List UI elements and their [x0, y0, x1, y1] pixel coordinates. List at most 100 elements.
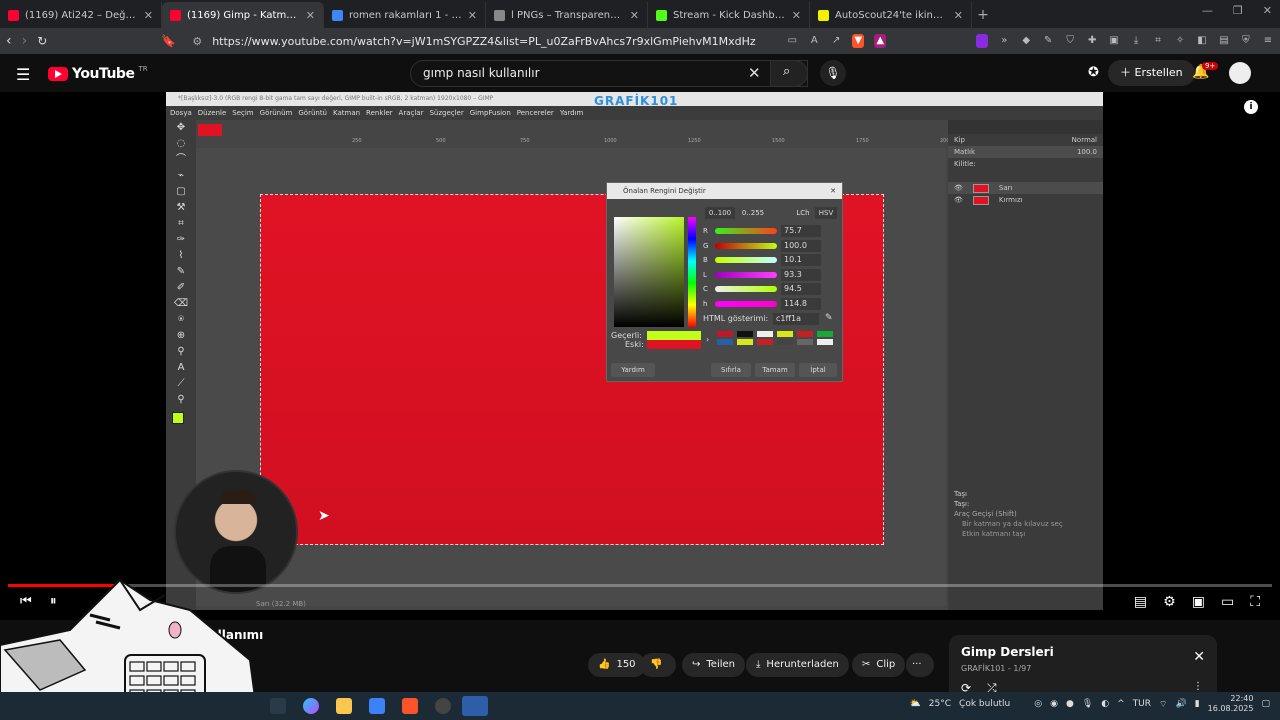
url-field[interactable]: ⚙ https://www.youtube.com/watch?v=jW1mSY… [186, 31, 776, 51]
extension-icon-6[interactable]: ▣ [1108, 34, 1120, 48]
info-icon[interactable]: i [1244, 100, 1258, 114]
obs-icon[interactable] [435, 698, 451, 714]
download-button[interactable]: ⤓ Herunterladen [746, 653, 849, 677]
tray-icon-4[interactable]: ◐ [1101, 699, 1109, 709]
wifi-icon[interactable]: ⌔ [1159, 699, 1167, 710]
color-slider-r[interactable]: R 75.7 [703, 225, 837, 237]
gimp-tool-icon[interactable]: ⌗ [166, 216, 196, 232]
tab-close-icon[interactable]: ✕ [954, 9, 963, 22]
slider-track[interactable] [715, 271, 777, 278]
live-icon[interactable]: ✪ [1088, 65, 1099, 80]
gimp-tool-icon[interactable]: ✥ [166, 120, 196, 136]
slider-value-input[interactable]: 100.0 [781, 239, 821, 252]
reset-button[interactable]: Sıfırla [711, 363, 751, 377]
playlist-title[interactable]: Gimp Dersleri [961, 645, 1054, 659]
close-playlist-icon[interactable]: ✕ [1193, 649, 1205, 665]
history-swatch[interactable] [777, 339, 793, 345]
eyedropper-icon[interactable]: ✎ [825, 313, 833, 323]
gimp-menu-item[interactable]: Seçim [232, 106, 253, 120]
extension-icon-2[interactable]: » [998, 34, 1010, 48]
gimp-tool-icon[interactable]: ⍟ [166, 312, 196, 328]
opacity-row[interactable]: Matlık 100.0 [948, 146, 1103, 158]
download-icon[interactable]: ⤓ [1130, 34, 1142, 48]
layer-row[interactable]: 👁 Kırmızı [948, 194, 1103, 206]
forward-icon[interactable]: › [22, 33, 28, 49]
tray-icon-3[interactable]: ● [1066, 699, 1074, 709]
history-swatch[interactable] [717, 331, 733, 337]
slider-track[interactable] [715, 242, 777, 249]
slider-value-input[interactable]: 75.7 [781, 225, 821, 237]
history-swatch[interactable] [737, 339, 753, 345]
back-icon[interactable]: ‹ [6, 33, 12, 49]
slider-track[interactable] [715, 286, 777, 292]
eye-visibility-icon[interactable]: 👁 [954, 184, 963, 192]
gimp-tool-icon[interactable]: ⟋ [166, 376, 196, 392]
extension-icon-5[interactable]: ⛉ [1064, 34, 1076, 48]
restore-icon[interactable]: ❐ [1233, 4, 1243, 17]
browser-tab[interactable]: AutoScout24'te ikinci el araba ilanları ✕ [810, 2, 972, 28]
translate-icon[interactable]: A [808, 34, 820, 48]
gimp-tool-icon[interactable]: ⌫ [166, 296, 196, 312]
gimp-menu-item[interactable]: Görüntü [298, 106, 327, 120]
cast-icon[interactable]: ▭ [786, 34, 798, 48]
battery-icon[interactable]: ▮ [1195, 699, 1200, 709]
slider-value-input[interactable]: 10.1 [781, 254, 821, 266]
like-button[interactable]: 👍 150 [588, 653, 646, 677]
foreground-color-swatch[interactable] [172, 412, 184, 424]
help-button[interactable]: Yardım [611, 363, 655, 377]
saturation-value-picker[interactable] [614, 217, 684, 327]
gimp-menu-item[interactable]: Düzenle [198, 106, 227, 120]
gimp-menu-item[interactable]: Görünüm [260, 106, 293, 120]
dislike-button[interactable]: 👎 [640, 653, 676, 677]
tab-close-icon[interactable]: ✕ [144, 9, 153, 22]
puzzle-icon[interactable]: ✚ [1086, 34, 1098, 48]
input-language[interactable]: TUR [1133, 699, 1151, 709]
playlist-menu-icon[interactable]: ⋮ [1193, 681, 1203, 692]
gimp-tool-icon[interactable]: ⌇ [166, 248, 196, 264]
tab-close-icon[interactable]: ✕ [306, 9, 315, 22]
sidebar-icon[interactable]: ◧ [1196, 34, 1208, 48]
gimp-tool-icon[interactable]: ⚒ [166, 200, 196, 216]
dialog-close-icon[interactable]: ✕ [830, 183, 836, 199]
cancel-button[interactable]: İptal [799, 363, 837, 377]
youtube-logo[interactable]: YouTube TR [48, 65, 148, 82]
subtitles-icon[interactable]: ▤ [1134, 594, 1147, 610]
new-tab-button[interactable]: + [972, 2, 994, 28]
share-button[interactable]: ↪ Teilen [682, 653, 745, 677]
clip-button[interactable]: ✂ Clip [852, 653, 906, 677]
gimp-tool-icon[interactable]: ✑ [166, 232, 196, 248]
browser-tab[interactable]: l PNGs – Transparent Background Im ✕ [486, 2, 648, 28]
history-swatch[interactable] [757, 339, 773, 345]
history-swatch[interactable] [797, 339, 813, 345]
notification-center-icon[interactable]: ▢ [1261, 699, 1270, 709]
clear-search-icon[interactable]: ✕ [748, 64, 761, 82]
explorer-icon[interactable] [336, 698, 352, 714]
slider-value-input[interactable]: 93.3 [781, 268, 821, 281]
gimp-tool-icon[interactable]: ✎ [166, 264, 196, 280]
task-view-icon[interactable] [270, 698, 286, 714]
color-slider-c[interactable]: C 94.5 [703, 283, 837, 295]
layer-row[interactable]: 👁 Sarı [948, 182, 1103, 194]
html-hex-input[interactable]: c1ff1a [773, 313, 819, 325]
gimp-tool-icon[interactable]: ✐ [166, 280, 196, 296]
tab-close-icon[interactable]: ✕ [792, 9, 801, 22]
history-swatch[interactable] [717, 339, 733, 345]
hue-strip[interactable] [688, 217, 696, 327]
browser-tab[interactable]: (1169) Ati242 – Değişmene Rağmen ✕ [0, 2, 162, 28]
slider-track[interactable] [715, 228, 777, 234]
history-swatch[interactable] [777, 331, 793, 337]
color-slider-b[interactable]: B 10.1 [703, 254, 837, 266]
history-swatch[interactable] [817, 331, 833, 337]
gimp-tool-icon[interactable]: ◌ [166, 136, 196, 152]
extension-icon-1[interactable] [976, 34, 989, 48]
image-tab-thumbnail[interactable] [198, 124, 222, 136]
gimp-menu-item[interactable]: Pencereler [517, 106, 554, 120]
gimp-tool-icon[interactable]: ▢ [166, 184, 196, 200]
brave-rewards-icon[interactable]: ▲ [874, 34, 887, 48]
avatar[interactable] [1229, 62, 1251, 84]
screenshot-icon[interactable]: ⌗ [1152, 34, 1164, 48]
bookmark-icon[interactable]: 🔖 [161, 34, 176, 48]
vpn-icon[interactable]: ⛨ [1240, 34, 1252, 48]
tab-close-icon[interactable]: ✕ [468, 9, 477, 22]
gimp-menu-item[interactable]: GimpFusion [470, 106, 511, 120]
